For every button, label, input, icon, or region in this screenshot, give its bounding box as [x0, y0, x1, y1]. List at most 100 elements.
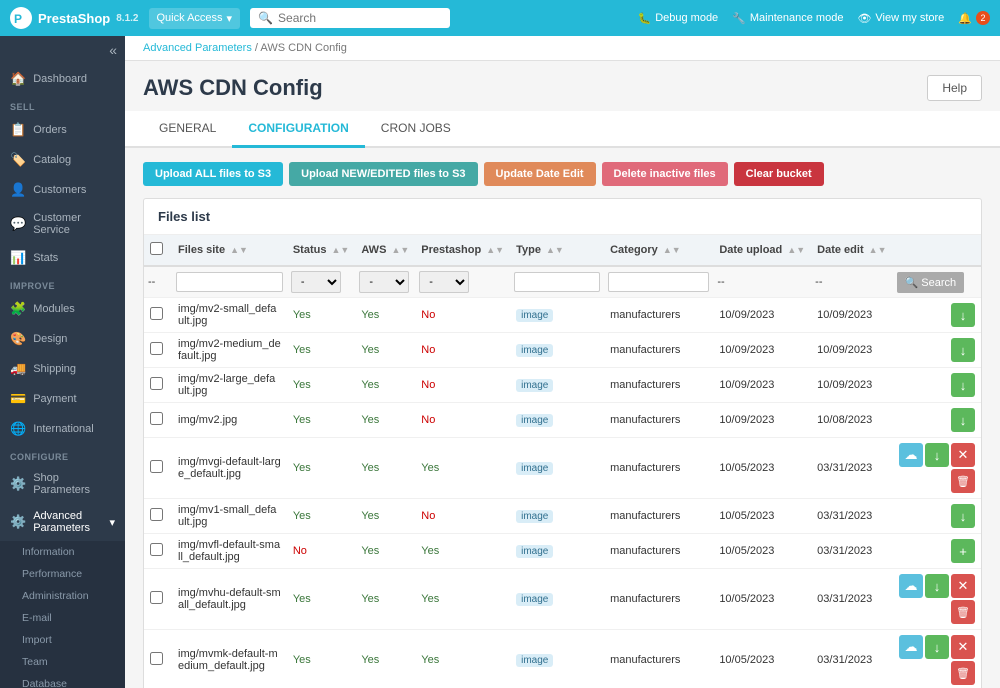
row-checkbox-4[interactable] [150, 460, 163, 473]
download-button[interactable]: ↓ [951, 504, 975, 528]
col-prestashop[interactable]: Prestashop ▲▼ [415, 235, 510, 266]
filter-type-input[interactable] [514, 272, 600, 292]
row-checkbox-1[interactable] [150, 342, 163, 355]
filter-search-button[interactable]: 🔍 Search [897, 272, 965, 293]
download-button[interactable]: ↓ [951, 303, 975, 327]
notifications-button[interactable]: 🔔 2 [958, 11, 990, 25]
download-button[interactable]: ↓ [951, 408, 975, 432]
type-badge: image [516, 379, 553, 392]
filter-prestashop-select[interactable]: -YesNo [419, 271, 469, 293]
sidebar-item-shipping[interactable]: 🚚 Shipping [0, 354, 125, 384]
sidebar-item-shop-parameters[interactable]: ⚙️ Shop Parameters [0, 465, 125, 503]
breadcrumb-advanced-parameters[interactable]: Advanced Parameters [143, 42, 252, 54]
page-header: AWS CDN Config Help [125, 61, 1000, 111]
download-button[interactable]: ↓ [925, 635, 949, 659]
row-checkbox-3[interactable] [150, 412, 163, 425]
upload-all-button[interactable]: Upload ALL files to S3 [143, 162, 283, 186]
sidebar-item-design[interactable]: 🎨 Design [0, 324, 125, 354]
row-checkbox-0[interactable] [150, 307, 163, 320]
row-checkbox-6[interactable] [150, 543, 163, 556]
filter-status-select[interactable]: -YesNo [291, 271, 341, 293]
filter-files-site-input[interactable] [176, 272, 283, 292]
add-button[interactable]: + [951, 539, 975, 563]
delete-button[interactable]: 🗑 [951, 600, 975, 624]
sidebar-item-customers[interactable]: 👤 Customers [0, 175, 125, 205]
row-type: image [510, 368, 604, 403]
collapse-button[interactable]: « [109, 42, 117, 58]
sidebar-item-dashboard[interactable]: 🏠 Dashboard [0, 64, 125, 94]
tab-general[interactable]: GENERAL [143, 111, 232, 148]
sidebar-item-modules[interactable]: 🧩 Modules [0, 294, 125, 324]
quick-access-button[interactable]: Quick Access ▾ [149, 8, 241, 29]
row-date-upload: 10/05/2023 [713, 630, 811, 688]
sidebar-item-payment[interactable]: 💳 Payment [0, 384, 125, 414]
download-button[interactable]: ↓ [951, 338, 975, 362]
col-type[interactable]: Type ▲▼ [510, 235, 604, 266]
row-checkbox-5[interactable] [150, 508, 163, 521]
view-store-button[interactable]: 👁 View my store [857, 12, 944, 25]
search-input[interactable] [278, 11, 442, 25]
section-sell: SELL [0, 94, 125, 115]
col-category[interactable]: Category ▲▼ [604, 235, 713, 266]
delete-inactive-button[interactable]: Delete inactive files [602, 162, 728, 186]
col-aws[interactable]: AWS ▲▼ [355, 235, 415, 266]
upload-new-button[interactable]: Upload NEW/EDITED files to S3 [289, 162, 477, 186]
delete-button[interactable]: 🗑 [951, 469, 975, 493]
row-date-edit: 03/31/2023 [811, 534, 892, 569]
cancel-button[interactable]: ✕ [951, 635, 975, 659]
cancel-button[interactable]: ✕ [951, 443, 975, 467]
sidebar-sub-database[interactable]: Database [0, 673, 125, 688]
col-date-edit[interactable]: Date edit ▲▼ [811, 235, 892, 266]
col-files-site[interactable]: Files site ▲▼ [172, 235, 287, 266]
sidebar-sub-team[interactable]: Team [0, 651, 125, 673]
help-button[interactable]: Help [927, 75, 982, 101]
sidebar-label-shop-parameters: Shop Parameters [33, 472, 115, 496]
sidebar-item-customer-service[interactable]: 💬 Customer Service [0, 205, 125, 243]
page-title: AWS CDN Config [143, 75, 323, 101]
download-button[interactable]: ↓ [951, 373, 975, 397]
delete-button[interactable]: 🗑 [951, 661, 975, 685]
sidebar-sub-import[interactable]: Import [0, 629, 125, 651]
sidebar-collapse[interactable]: « [0, 36, 125, 64]
row-checkbox-7[interactable] [150, 591, 163, 604]
sidebar-item-catalog[interactable]: 🏷️ Catalog [0, 145, 125, 175]
maintenance-mode-button[interactable]: 🔧 Maintenance mode [732, 12, 843, 25]
search-box: 🔍 [250, 8, 450, 28]
select-all-checkbox[interactable] [150, 242, 163, 255]
row-checkbox-8[interactable] [150, 652, 163, 665]
sidebar-item-orders[interactable]: 📋 Orders [0, 115, 125, 145]
download-button[interactable]: ↓ [925, 443, 949, 467]
row-actions: ↓ [893, 499, 982, 534]
filter-category-cell [604, 266, 713, 298]
sidebar-item-stats[interactable]: 📊 Stats [0, 243, 125, 273]
upload-button[interactable]: ☁ [899, 443, 923, 467]
clear-bucket-button[interactable]: Clear bucket [734, 162, 824, 186]
row-prestashop: No [415, 298, 510, 333]
sidebar-sub-information[interactable]: Information [0, 541, 125, 563]
debug-mode-button[interactable]: 🐛 Debug mode [637, 12, 718, 25]
sidebar-item-advanced-parameters[interactable]: ⚙️ Advanced Parameters ▾ [0, 503, 125, 541]
search-icon: 🔍 [258, 11, 273, 25]
cancel-button[interactable]: ✕ [951, 574, 975, 598]
filter-aws-select[interactable]: -YesNo [359, 271, 409, 293]
sidebar-sub-administration[interactable]: Administration [0, 585, 125, 607]
upload-button[interactable]: ☁ [899, 574, 923, 598]
tab-cron-jobs[interactable]: CRON JOBS [365, 111, 467, 148]
tab-configuration[interactable]: CONFIGURATION [232, 111, 364, 148]
filter-category-input[interactable] [608, 272, 709, 292]
col-status[interactable]: Status ▲▼ [287, 235, 356, 266]
sidebar-sub-performance[interactable]: Performance [0, 563, 125, 585]
row-status: No [287, 534, 356, 569]
sidebar-sub-email[interactable]: E-mail [0, 607, 125, 629]
notification-count: 2 [976, 11, 990, 25]
row-date-edit: 10/09/2023 [811, 298, 892, 333]
update-date-button[interactable]: Update Date Edit [484, 162, 596, 186]
sidebar-item-international[interactable]: 🌐 International [0, 414, 125, 444]
filter-checkbox-cell: -- [144, 266, 172, 298]
row-actions: ↓ [893, 333, 982, 368]
upload-button[interactable]: ☁ [899, 635, 923, 659]
col-date-upload[interactable]: Date upload ▲▼ [713, 235, 811, 266]
debug-icon: 🐛 [637, 12, 651, 25]
download-button[interactable]: ↓ [925, 574, 949, 598]
row-checkbox-2[interactable] [150, 377, 163, 390]
